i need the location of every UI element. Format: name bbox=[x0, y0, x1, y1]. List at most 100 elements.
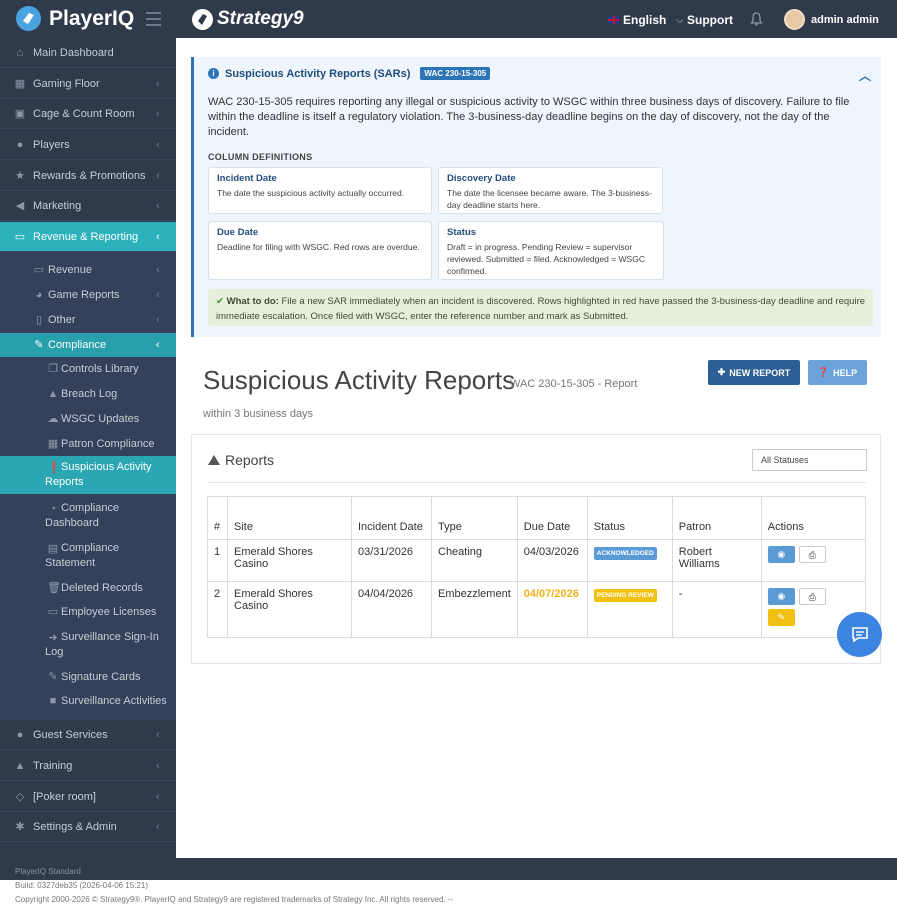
sidebar-item-employee-licenses[interactable]: ▭ Employee Licenses bbox=[0, 602, 176, 622]
chat-icon bbox=[851, 627, 868, 643]
sidebar-item-wsgc-updates[interactable]: ☁ WSGC Updates bbox=[0, 409, 176, 429]
warning-icon: ▲ bbox=[47, 388, 59, 400]
sidebar-item-poker-room[interactable]: ◇ [Poker room] ‹ bbox=[0, 782, 176, 812]
info-header[interactable]: i Suspicious Activity Reports (SARs) WAC… bbox=[208, 67, 491, 80]
sidebar-item-surveillance-activities[interactable]: ■ Surveillance Activities bbox=[0, 691, 176, 711]
sidebar-item-label: Compliance Dashboard bbox=[45, 502, 120, 529]
table-row[interactable]: 1 Emerald Shores Casino 03/31/2026 Cheat… bbox=[207, 539, 867, 582]
sidebar-item-label: Players bbox=[33, 138, 70, 151]
col-num[interactable]: # bbox=[207, 496, 228, 540]
table-row[interactable]: 2 Emerald Shores Casino 04/04/2026 Embez… bbox=[207, 581, 867, 638]
sidebar-item-surveillance-sign-in-log[interactable]: ➜ Surveillance Sign-In Log bbox=[0, 629, 176, 661]
language-selector[interactable]: English ⌵ bbox=[608, 13, 683, 27]
definition-status: Status Draft = in progress. Pending Revi… bbox=[438, 221, 664, 280]
sidebar-item-label: Game Reports bbox=[48, 289, 120, 301]
sidebar-item-label: Compliance Statement bbox=[45, 542, 120, 569]
print-button[interactable]: ⎙ bbox=[798, 588, 826, 605]
sidebar-item-cage-count-room[interactable]: ▣ Cage & Count Room ‹ bbox=[0, 99, 176, 129]
info-paragraph: WAC 230-15-305 requires reporting any il… bbox=[208, 96, 850, 138]
sidebar-item-players[interactable]: ● Players ‹ bbox=[0, 130, 176, 160]
col-due-date[interactable]: Due Date bbox=[516, 496, 588, 540]
money-icon: ▭ bbox=[14, 230, 26, 243]
sidebar-item-marketing[interactable]: ◀ Marketing ‹ bbox=[0, 191, 176, 221]
button-label: HELP bbox=[833, 367, 858, 378]
chat-button[interactable] bbox=[837, 612, 882, 657]
sidebar-item-game-reports[interactable]: ◕ Game Reports ‹ bbox=[0, 285, 176, 305]
cell-actions: ◉ ⎙ bbox=[760, 539, 867, 582]
reports-title: Reports bbox=[208, 452, 274, 468]
cell-due-date: 04/07/2026 bbox=[516, 581, 588, 638]
wrench-icon: ✱ bbox=[15, 820, 25, 833]
button-label: NEW REPORT bbox=[729, 367, 791, 378]
sidebar-item-other[interactable]: ▯ Other ‹ bbox=[0, 310, 176, 330]
definition-discovery-date: Discovery Date The date the licensee bec… bbox=[438, 167, 663, 214]
edit-icon: ✎ bbox=[777, 612, 786, 622]
sidebar-item-suspicious-activity-reports[interactable]: ❗ Suspicious Activity Reports bbox=[0, 456, 176, 494]
reports-table: # Site Incident Date Type Due Date Statu… bbox=[207, 496, 867, 638]
sidebar-item-compliance-statement[interactable]: ▤ Compliance Statement bbox=[0, 540, 176, 572]
sidebar-item-controls-library[interactable]: ❐ Controls Library bbox=[0, 359, 176, 379]
edit-button[interactable]: ✎ bbox=[767, 609, 795, 626]
sidebar-item-guest-services[interactable]: ● Guest Services ‹ bbox=[0, 720, 176, 750]
print-button[interactable]: ⎙ bbox=[798, 546, 826, 563]
trash-icon: 🗑 bbox=[47, 582, 61, 594]
user-menu[interactable]: admin admin bbox=[784, 9, 879, 30]
sidebar-item-revenue-reporting[interactable]: ▭ Revenue & Reporting ‹ bbox=[0, 222, 176, 252]
chevron-up-icon[interactable]: ︿ bbox=[859, 67, 871, 84]
sidebar-item-label: Breach Log bbox=[61, 388, 118, 400]
uk-flag-icon bbox=[608, 16, 619, 24]
user-name: admin admin bbox=[811, 13, 879, 26]
sidebar-item-label: Patron Compliance bbox=[61, 438, 155, 450]
view-button[interactable]: ◉ bbox=[767, 546, 795, 563]
question-icon: ❓ bbox=[817, 367, 830, 377]
sidebar-item-main-dashboard[interactable]: ⌂ Main Dashboard bbox=[0, 38, 176, 68]
help-button[interactable]: ❓ HELP bbox=[808, 360, 867, 385]
reports-title-text: Reports bbox=[225, 452, 275, 468]
cloud-download-icon: ☁ bbox=[47, 413, 59, 425]
bell-icon[interactable] bbox=[750, 12, 763, 26]
chevron-left-icon: ‹ bbox=[156, 759, 160, 772]
sidebar-item-label: Signature Cards bbox=[61, 671, 141, 683]
pie-chart-icon: ◕ bbox=[35, 289, 43, 301]
sidebar-item-label: Rewards & Promotions bbox=[33, 169, 146, 182]
cell-num: 1 bbox=[207, 539, 228, 582]
sidebar-item-label: WSGC Updates bbox=[61, 413, 140, 425]
todo-text: File a new SAR immediately when an incid… bbox=[216, 296, 866, 322]
sidebar-item-patron-compliance[interactable]: ▦ Patron Compliance bbox=[0, 434, 176, 454]
cell-site: Emerald Shores Casino bbox=[227, 539, 352, 582]
support-link[interactable]: Support bbox=[687, 13, 733, 27]
cell-status: ACKNOWLEDGED bbox=[586, 539, 673, 582]
definition-desc: Draft = in progress. Pending Review = su… bbox=[447, 242, 645, 276]
sidebar-item-revenue[interactable]: ▭ Revenue ‹ bbox=[0, 260, 176, 280]
app-name: PlayerIQ bbox=[49, 6, 135, 30]
new-report-button[interactable]: ✚ NEW REPORT bbox=[708, 360, 800, 385]
view-button[interactable]: ◉ bbox=[767, 588, 795, 605]
info-icon: i bbox=[208, 68, 219, 79]
sidebar-item-settings-admin[interactable]: ✱ Settings & Admin ‹ bbox=[0, 812, 176, 842]
status-filter-select[interactable]: All Statuses bbox=[752, 449, 867, 471]
chevron-left-icon: ‹ bbox=[156, 169, 160, 182]
brand-mark-icon bbox=[192, 8, 213, 30]
col-type[interactable]: Type bbox=[431, 496, 518, 540]
chevron-left-icon: ‹ bbox=[156, 314, 160, 326]
sidebar-item-training[interactable]: ▲ Training ‹ bbox=[0, 751, 176, 781]
menu-toggle-icon[interactable] bbox=[146, 12, 161, 30]
app-logo[interactable]: PlayerIQ bbox=[16, 6, 134, 31]
col-site[interactable]: Site bbox=[227, 496, 352, 540]
col-incident-date[interactable]: Incident Date bbox=[351, 496, 432, 540]
sidebar-item-breach-log[interactable]: ▲ Breach Log bbox=[0, 384, 176, 404]
language-label: English bbox=[623, 13, 667, 27]
col-patron[interactable]: Patron bbox=[671, 496, 762, 540]
sidebar-item-signature-cards[interactable]: ✎ Signature Cards bbox=[0, 667, 176, 687]
col-status[interactable]: Status bbox=[586, 496, 673, 540]
id-card-icon: ▭ bbox=[47, 606, 59, 618]
sidebar-item-deleted-records[interactable]: 🗑 Deleted Records bbox=[0, 578, 176, 598]
chevron-left-icon: ‹ bbox=[156, 728, 160, 741]
sidebar-item-compliance-dashboard[interactable]: ◔ Compliance Dashboard bbox=[0, 500, 176, 532]
file-icon: ▯ bbox=[35, 314, 43, 326]
sidebar-item-compliance[interactable]: ✎ Compliance ‹ bbox=[0, 333, 176, 357]
sidebar-item-rewards-promotions[interactable]: ★ Rewards & Promotions ‹ bbox=[0, 161, 176, 191]
sidebar-item-gaming-floor[interactable]: ▦ Gaming Floor ‹ bbox=[0, 69, 176, 99]
chevron-left-icon: ‹ bbox=[156, 790, 160, 803]
chevron-down-icon: ‹ bbox=[156, 339, 160, 351]
